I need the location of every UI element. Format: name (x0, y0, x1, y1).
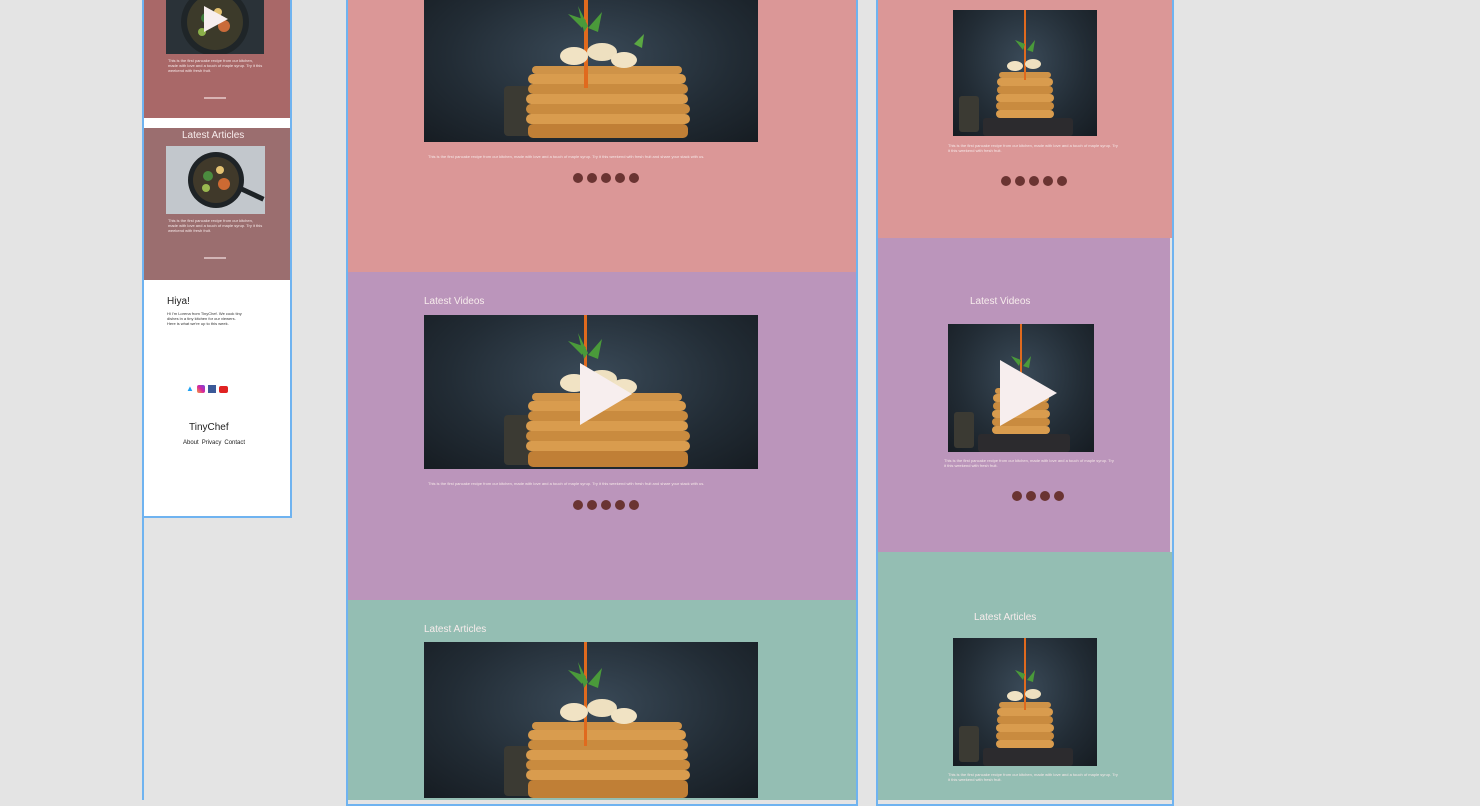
carousel-dot[interactable] (1043, 176, 1053, 186)
desktop-pink-section: This is the first pancake recipe from ou… (348, 0, 856, 272)
tablet-videos-heading: Latest Videos (970, 296, 1031, 307)
pancake-stack-image (504, 0, 690, 138)
tablet-video-thumbnail[interactable] (948, 324, 1094, 452)
footer-link-privacy[interactable]: Privacy (202, 440, 222, 446)
mobile-article-image[interactable] (166, 146, 265, 214)
carousel-dot[interactable] (1015, 176, 1025, 186)
read-more-line (204, 257, 226, 259)
mobile-articles-heading: Latest Articles (182, 130, 245, 141)
footer-links: About Privacy Contact (183, 440, 245, 446)
carousel-dot[interactable] (1001, 176, 1011, 186)
carousel-dot[interactable] (587, 173, 597, 183)
youtube-icon[interactable] (219, 386, 228, 393)
carousel-dot[interactable] (601, 500, 611, 510)
mobile-frame-guide-line (142, 518, 144, 800)
desktop-videos-heading: Latest Videos (424, 296, 485, 307)
mobile-footer-section: Hiya! Hi I'm Lorena from TinyChef. We co… (144, 280, 290, 516)
tablet-videos-section: Latest Videos This is the first pancake … (878, 238, 1170, 552)
play-icon[interactable] (580, 363, 632, 425)
pancake-stack-image (959, 10, 1073, 136)
salad-pan-image (166, 146, 265, 214)
pancake-stack-image (504, 642, 690, 798)
tablet-articles-section: Latest Articles This is the first pancak… (878, 552, 1172, 800)
mobile-video-section: This is the first pancake recipe from ou… (144, 0, 290, 118)
tablet-pink-section: This is the first pancake recipe from ou… (878, 0, 1172, 238)
twitter-icon[interactable]: ▲ (186, 385, 194, 393)
carousel-dots[interactable] (573, 500, 639, 510)
mobile-divider (144, 118, 290, 128)
desktop-video-thumbnail[interactable] (424, 315, 758, 469)
mobile-video-thumbnail[interactable] (166, 0, 264, 54)
carousel-dot[interactable] (615, 500, 625, 510)
intro-text: Hi I'm Lorena from TinyChef. We cook tin… (167, 311, 242, 326)
mobile-article-text: This is the first pancake recipe from ou… (168, 218, 263, 233)
desktop-videos-text: This is the first pancake recipe from ou… (428, 481, 705, 486)
tablet-articles-text: This is the first pancake recipe from ou… (948, 772, 1118, 782)
carousel-dot[interactable] (629, 173, 639, 183)
carousel-dot[interactable] (1012, 491, 1022, 501)
footer-link-contact[interactable]: Contact (224, 440, 245, 446)
carousel-dot[interactable] (1040, 491, 1050, 501)
facebook-icon[interactable] (208, 385, 216, 393)
carousel-dots[interactable] (573, 173, 639, 183)
pancake-stack-image (959, 638, 1073, 766)
carousel-dot[interactable] (1026, 491, 1036, 501)
carousel-dot[interactable] (573, 500, 583, 510)
desktop-videos-section: Latest Videos This is the first pancake … (348, 272, 856, 600)
desktop-top-text: This is the first pancake recipe from ou… (428, 154, 705, 159)
carousel-dot[interactable] (615, 173, 625, 183)
tablet-article-image[interactable] (953, 638, 1097, 766)
play-icon[interactable] (204, 6, 228, 32)
social-icons: ▲ (186, 385, 228, 393)
desktop-articles-section: Latest Articles (348, 600, 856, 800)
carousel-dots[interactable] (1001, 176, 1067, 186)
desktop-pancake-image[interactable] (424, 0, 758, 142)
desktop-articles-heading: Latest Articles (424, 624, 487, 635)
footer-link-about[interactable]: About (183, 440, 199, 446)
carousel-dot[interactable] (1029, 176, 1039, 186)
tablet-articles-heading: Latest Articles (974, 612, 1037, 623)
desktop-article-image[interactable] (424, 642, 758, 798)
tablet-top-text: This is the first pancake recipe from ou… (948, 143, 1118, 153)
intro-heading: Hiya! (167, 296, 190, 307)
play-icon[interactable] (1000, 360, 1057, 426)
read-more-line (204, 97, 226, 99)
carousel-dot[interactable] (601, 173, 611, 183)
carousel-dots[interactable] (1012, 491, 1064, 501)
carousel-dot[interactable] (629, 500, 639, 510)
tablet-videos-text: This is the first pancake recipe from ou… (944, 458, 1114, 468)
mobile-articles-section: Latest Articles This is the first pancak… (144, 128, 290, 280)
carousel-dot[interactable] (587, 500, 597, 510)
carousel-dot[interactable] (573, 173, 583, 183)
instagram-icon[interactable] (197, 385, 205, 393)
mobile-video-text: This is the first pancake recipe from ou… (168, 58, 263, 73)
carousel-dot[interactable] (1057, 176, 1067, 186)
brand-name: TinyChef (189, 422, 229, 433)
carousel-dot[interactable] (1054, 491, 1064, 501)
tablet-pancake-image[interactable] (953, 10, 1097, 136)
